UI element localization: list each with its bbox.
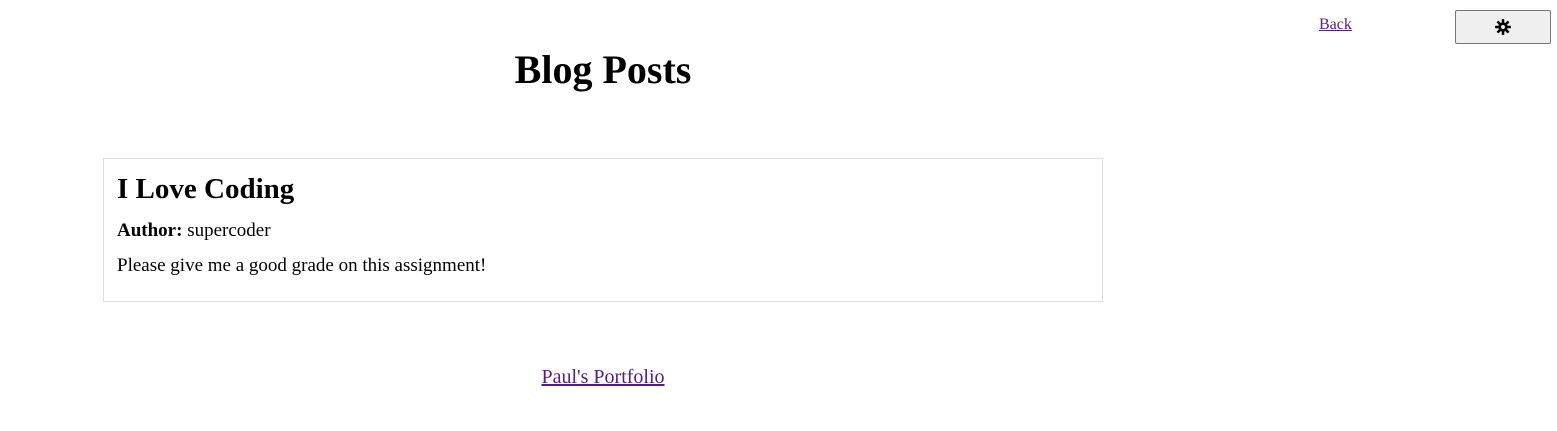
portfolio-link[interactable]: Paul's Portfolio — [541, 366, 664, 388]
author-label: Author: — [117, 220, 183, 241]
back-link[interactable]: Back — [1319, 15, 1352, 35]
author-name: supercoder — [187, 220, 271, 241]
gear-icon — [1494, 18, 1512, 36]
theme-toggle-button[interactable] — [1455, 10, 1551, 44]
post-title: I Love Coding — [117, 173, 295, 205]
footer: Paul's Portfolio — [103, 365, 1103, 389]
post-author: Author: supercoder — [117, 219, 271, 243]
page: Back Blog Posts I Love Coding Author: su… — [0, 0, 1557, 431]
blog-post-card: I Love Coding Author: supercoder Please … — [103, 158, 1103, 302]
page-title: Blog Posts — [514, 47, 692, 92]
post-body: Please give me a good grade on this assi… — [117, 255, 487, 276]
